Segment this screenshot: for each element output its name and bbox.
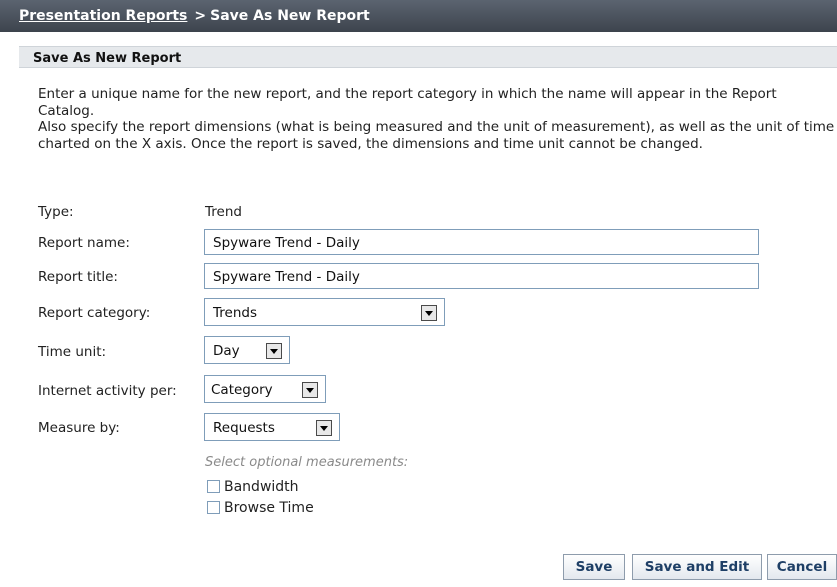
type-label: Type: [38,204,74,220]
breadcrumb-current: Save As New Report [210,8,370,24]
report-title-input[interactable]: Spyware Trend - Daily [204,263,759,289]
bandwidth-checkbox[interactable] [207,480,220,493]
report-title-label: Report title: [38,269,118,285]
time-unit-label: Time unit: [38,344,107,360]
save-and-edit-button[interactable]: Save and Edit [632,554,762,580]
panel-title: Save As New Report [19,46,837,68]
browse-time-option[interactable]: Browse Time [207,500,314,516]
internet-activity-select[interactable]: Category [204,375,326,403]
intro-paragraph-1: Enter a unique name for the new report, … [38,86,777,119]
internet-activity-label: Internet activity per: [38,383,177,399]
measure-by-label: Measure by: [38,420,120,436]
breadcrumb-separator: > [194,8,207,24]
report-category-label: Report category: [38,305,151,321]
browse-time-checkbox[interactable] [207,501,220,514]
chevron-down-icon[interactable] [421,305,437,321]
optional-measurements-hint: Select optional measurements: [205,455,409,470]
report-category-select[interactable]: Trends [204,298,445,326]
browse-time-label: Browse Time [224,500,314,516]
save-button[interactable]: Save [563,554,625,580]
type-value: Trend [205,204,242,220]
breadcrumb-presentation-reports-link[interactable]: Presentation Reports [19,8,187,24]
intro-paragraph-2: Also specify the report dimensions (what… [38,119,835,152]
time-unit-select[interactable]: Day [204,336,290,364]
chevron-down-icon[interactable] [302,382,318,398]
time-unit-selected: Day [213,343,240,359]
breadcrumb-bar: Presentation Reports > Save As New Report [0,0,837,32]
report-name-label: Report name: [38,235,130,251]
internet-activity-selected: Category [211,382,273,398]
bandwidth-option[interactable]: Bandwidth [207,479,299,495]
chevron-down-icon[interactable] [316,420,332,436]
report-name-input[interactable]: Spyware Trend - Daily [204,229,759,255]
report-category-selected: Trends [213,305,257,321]
bandwidth-label: Bandwidth [224,479,299,495]
cancel-button[interactable]: Cancel [767,554,837,580]
measure-by-selected: Requests [213,420,275,436]
measure-by-select[interactable]: Requests [204,413,340,441]
chevron-down-icon[interactable] [266,343,282,359]
intro-text: Enter a unique name for the new report, … [38,86,837,152]
